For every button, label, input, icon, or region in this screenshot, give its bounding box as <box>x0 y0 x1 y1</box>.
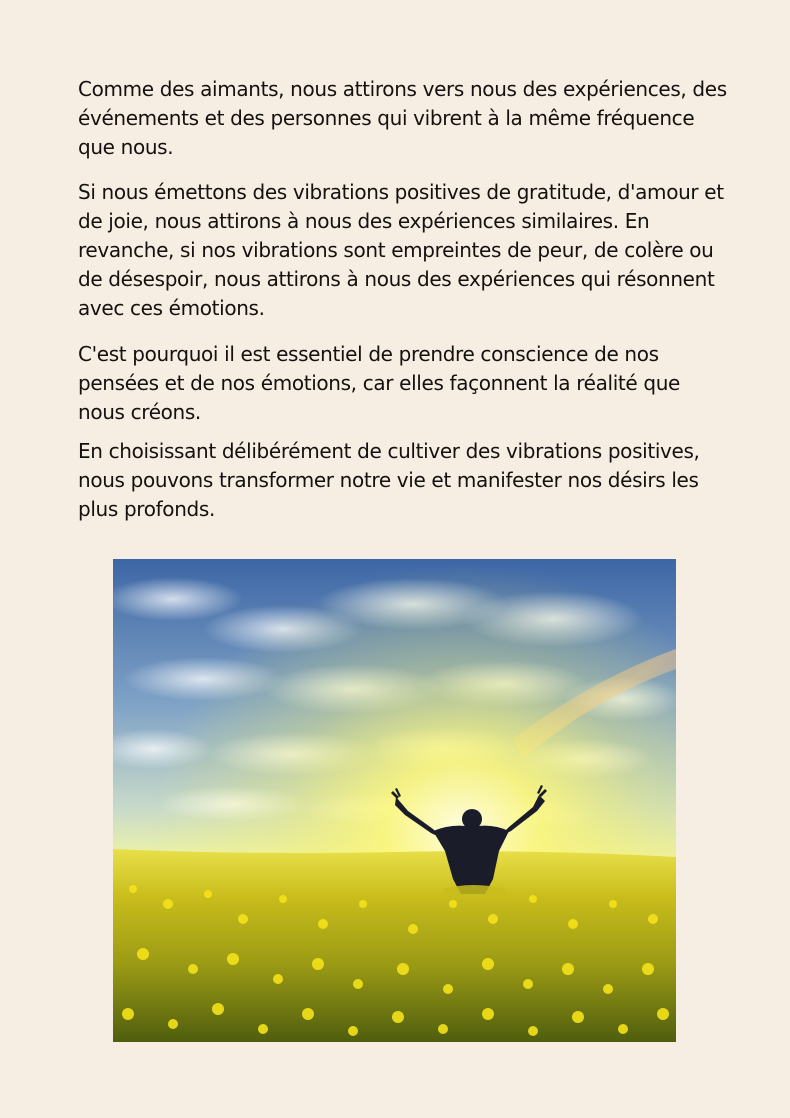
paragraph-magnets: Comme des aimants, nous attirons vers no… <box>78 77 727 159</box>
text-body: Comme des aimants, nous attirons vers no… <box>78 75 728 524</box>
paragraph-transform: En choisissant délibérément de cultiver … <box>78 439 700 521</box>
document-page: Comme des aimants, nous attirons vers no… <box>0 0 790 1118</box>
man-arms-raised-icon <box>113 559 676 1042</box>
illustration-photo <box>113 559 676 1042</box>
paragraph-awareness: C'est pourquoi il est essentiel de prend… <box>78 342 681 424</box>
paragraph-vibrations: Si nous émettons des vibrations positive… <box>78 180 724 320</box>
